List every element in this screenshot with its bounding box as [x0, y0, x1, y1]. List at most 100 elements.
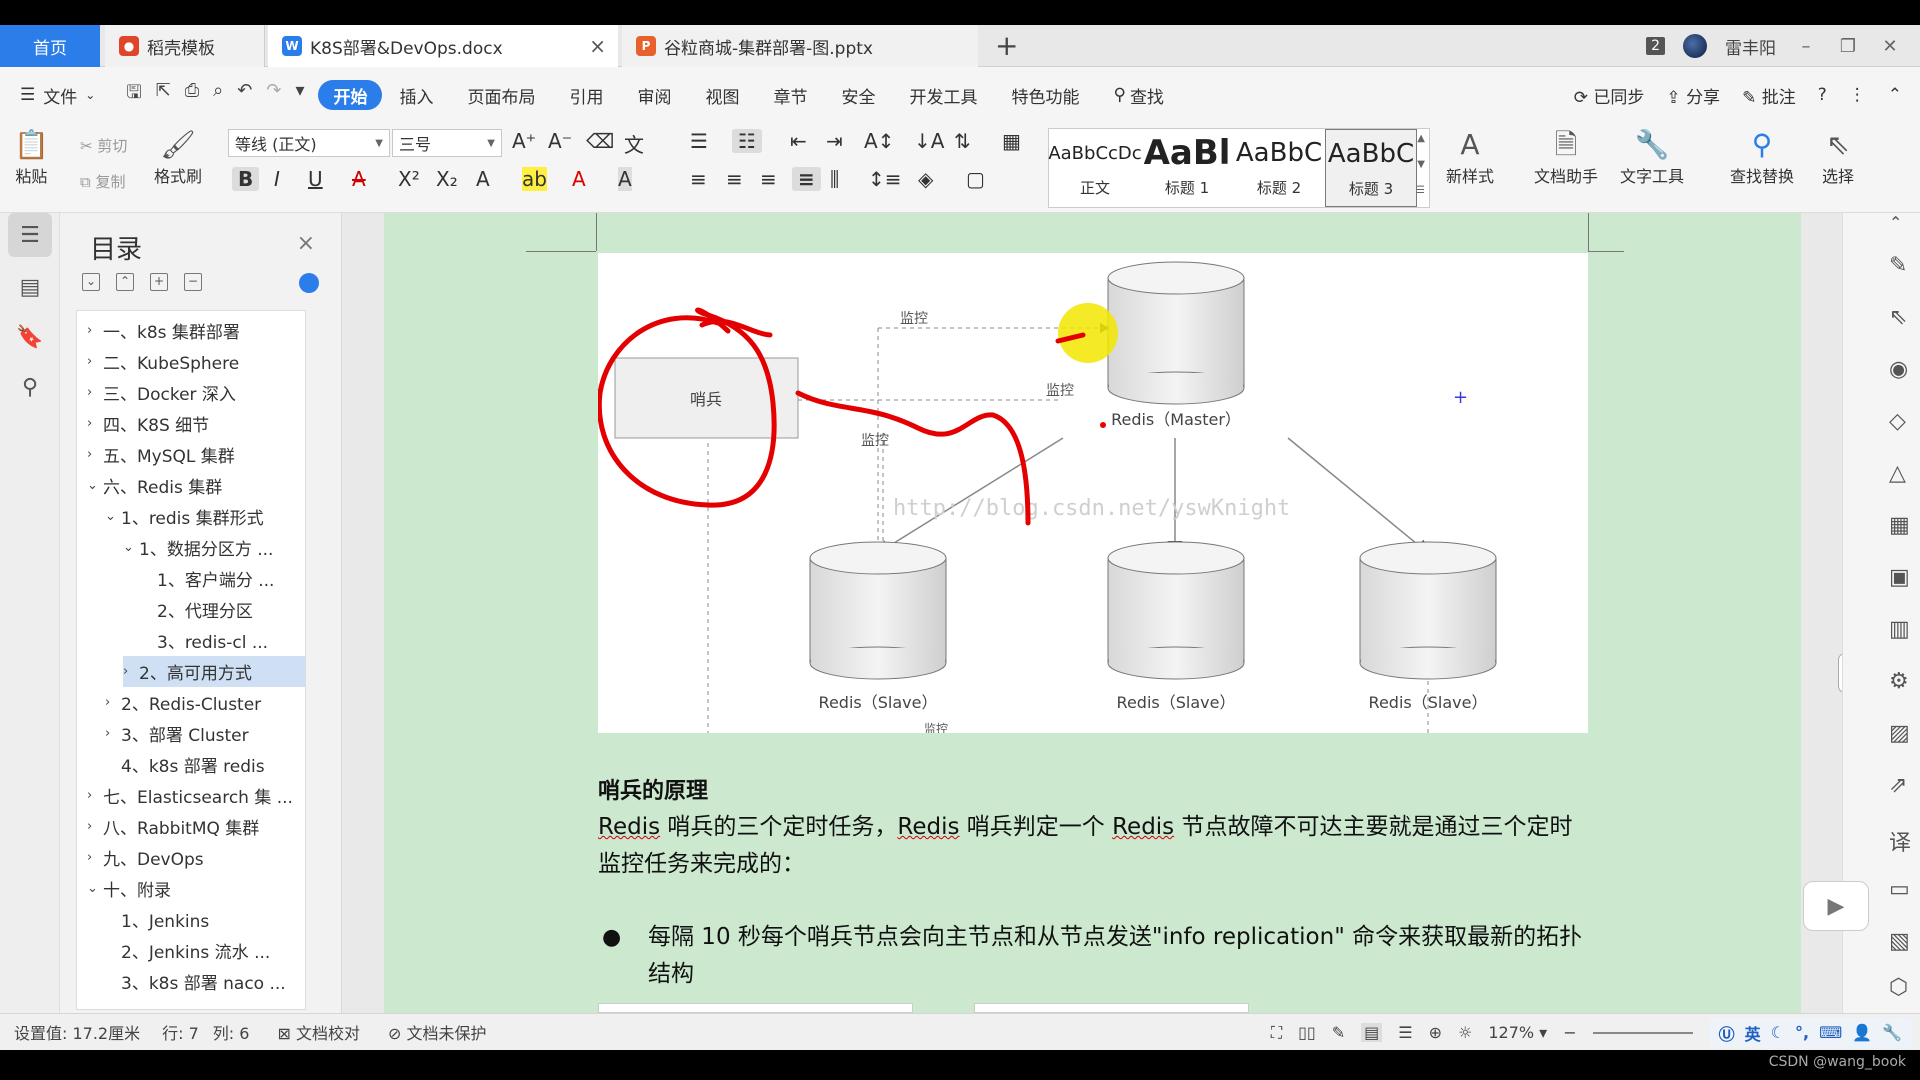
font-color-icon[interactable]: A	[572, 167, 586, 191]
strikethrough-icon[interactable]: A	[352, 167, 366, 191]
comment-button[interactable]: ✎ 批注	[1742, 83, 1796, 108]
toc-item[interactable]: ⌄ 六、Redis 集群	[87, 470, 305, 501]
chevron-right-icon[interactable]: ›	[87, 819, 103, 834]
export-icon[interactable]: ⇱	[156, 80, 171, 110]
collapse-ribbon-icon[interactable]: ⌃	[1888, 85, 1902, 105]
style-scroll-up-icon[interactable]: ▲	[1417, 133, 1425, 144]
new-tab-icon[interactable]: +	[995, 29, 1018, 62]
toc-collapse-icon[interactable]: ⌄	[82, 273, 100, 291]
highlight-icon[interactable]: ab	[522, 167, 547, 191]
superscript-icon[interactable]: X²	[398, 167, 420, 191]
borders-icon[interactable]: ▢	[966, 167, 985, 191]
shield-icon[interactable]: ⬡	[1889, 975, 1908, 1000]
edit-icon[interactable]: ✎	[1889, 253, 1907, 278]
style-expand-icon[interactable]: ☰	[1416, 185, 1425, 196]
chevron-right-icon[interactable]: ›	[105, 695, 121, 710]
toc-item[interactable]: › 九、DevOps	[87, 842, 305, 873]
write-mode-icon[interactable]: ✎	[1332, 1023, 1345, 1042]
toc-item[interactable]: 4、k8s 部署 redis	[105, 749, 305, 780]
proofing-button[interactable]: ⊠ 文档校对	[277, 1020, 360, 1044]
char-shading-icon[interactable]: A	[618, 167, 632, 191]
cut-button[interactable]: ✂ 剪切	[80, 135, 127, 156]
archive-icon[interactable]: ▭	[1889, 877, 1910, 902]
bold-icon[interactable]: B	[232, 167, 260, 191]
help-icon[interactable]: ?	[1818, 85, 1827, 105]
file-menu[interactable]: ☰ 文件 ⌄	[0, 80, 112, 110]
menu-insert[interactable]: 插入	[382, 80, 450, 110]
find-icon[interactable]: ⚲	[8, 365, 52, 409]
align-center-icon[interactable]: ≡	[726, 167, 743, 191]
chevron-right-icon[interactable]: ›	[87, 385, 103, 400]
style-heading-1[interactable]: AaBl 标题 1	[1141, 129, 1233, 207]
chevron-right-icon[interactable]: ›	[87, 416, 103, 431]
menu-home[interactable]: 开始	[318, 80, 383, 110]
outline-view-icon[interactable]: ☰	[1398, 1023, 1412, 1042]
menu-security[interactable]: 安全	[824, 80, 892, 110]
chevron-right-icon[interactable]: ›	[123, 664, 139, 679]
toc-item[interactable]: ⌄ 十、附录	[87, 873, 305, 904]
toc-item[interactable]: ⌄ 1、redis 集群形式	[105, 501, 305, 532]
minimize-icon[interactable]: –	[1794, 36, 1818, 57]
zoom-slider[interactable]	[1592, 1031, 1693, 1034]
video-play-widget[interactable]: ▶	[1803, 881, 1869, 931]
menu-features[interactable]: 特色功能	[994, 80, 1096, 110]
save-icon[interactable]: 🖫	[126, 80, 141, 110]
print-icon[interactable]: ⎙	[185, 80, 199, 110]
paste-button[interactable]: 📋 粘贴	[14, 127, 49, 187]
new-style-button[interactable]: A 新样式	[1446, 127, 1494, 187]
menu-chapter[interactable]: 章节	[756, 80, 824, 110]
align-right-icon[interactable]: ≡	[760, 167, 777, 191]
undo-icon[interactable]: ↶	[237, 80, 252, 110]
page-view-icon[interactable]: ▤	[1361, 1023, 1383, 1042]
redo-icon[interactable]: ↷	[266, 80, 281, 110]
style-heading-2[interactable]: AaBbC 标题 2	[1233, 129, 1325, 207]
text-effect-icon[interactable]: A	[476, 167, 490, 191]
image-icon[interactable]: ▨	[1889, 721, 1910, 746]
chevron-right-icon[interactable]: ›	[87, 447, 103, 462]
setting-value[interactable]: 设置值: 17.2厘米	[14, 1020, 140, 1044]
toc-remove-icon[interactable]: −	[184, 273, 202, 291]
justify-icon[interactable]: ≡	[792, 167, 821, 191]
restore-icon[interactable]: ❐	[1836, 36, 1860, 57]
font-size-select[interactable]: 三号 ▼	[392, 129, 502, 157]
toc-item[interactable]: › 七、Elasticsearch 集 ...	[87, 780, 305, 811]
tab-home[interactable]: 首页	[0, 25, 100, 67]
settings-sliders-icon[interactable]: ⚙	[1889, 669, 1909, 694]
chevron-down-icon[interactable]: ⌄	[87, 881, 103, 896]
toc-item[interactable]: 3、k8s 部署 naco ...	[105, 966, 305, 997]
chevron-right-icon[interactable]: ›	[87, 354, 103, 369]
avatar[interactable]	[1683, 34, 1707, 58]
copy-button[interactable]: ⧉ 复制	[80, 171, 126, 192]
toc-item[interactable]: ⌄ 1、数据分区方 ...	[123, 532, 305, 563]
style-heading-3[interactable]: AaBbC 标题 3	[1325, 129, 1417, 207]
toc-panel-icon[interactable]: ☰	[8, 213, 52, 257]
shading-icon[interactable]: ◈	[918, 167, 933, 191]
distribute-icon[interactable]: ⫼	[830, 167, 839, 191]
style-normal[interactable]: AaBbCcDc 正文	[1048, 129, 1141, 207]
pinyin-icon[interactable]: 文	[624, 129, 644, 158]
toc-item[interactable]: 1、Jenkins	[105, 904, 305, 935]
toc-item[interactable]: 3、redis-cl ...	[141, 625, 305, 656]
chevron-right-icon[interactable]: ›	[87, 850, 103, 865]
italic-icon[interactable]: I	[274, 167, 280, 191]
ime-toolbar[interactable]: Ⓤ 英 ☾ °, ⌨ 👤 🔧	[1708, 1017, 1912, 1048]
pointer-icon[interactable]: ⇖	[1889, 305, 1907, 330]
grow-font-icon[interactable]: A⁺	[512, 129, 536, 153]
paragraph[interactable]: Redis 哨兵的三个定时任务，Redis 哨兵判定一个 Redis 节点故障不…	[598, 809, 1588, 883]
paragraph-spacing-icon[interactable]: ↕≡	[868, 167, 902, 191]
menu-dev-tools[interactable]: 开发工具	[892, 80, 994, 110]
toc-sync-icon[interactable]	[299, 273, 319, 293]
chart-icon[interactable]: ▥	[1889, 617, 1910, 642]
location-icon[interactable]: ◉	[1889, 357, 1908, 382]
export-icon[interactable]: ⇗	[1889, 773, 1907, 798]
rail-collapse-icon[interactable]: ⌃	[1889, 213, 1902, 232]
toc-item[interactable]: 2、Jenkins 流水 ...	[105, 935, 305, 966]
doc-helper-button[interactable]: 🗎 文档助手	[1534, 127, 1598, 187]
customize-icon[interactable]: ▾	[295, 80, 304, 110]
print-preview-icon[interactable]: ⌕	[213, 80, 223, 110]
chevron-right-icon[interactable]: ›	[87, 788, 103, 803]
font-name-select[interactable]: 等线 (正文) ▼	[228, 129, 390, 157]
section-heading[interactable]: 哨兵的原理	[598, 773, 708, 805]
toc-item[interactable]: › 2、高可用方式	[123, 656, 305, 687]
align-left-icon[interactable]: ≡	[690, 167, 707, 191]
